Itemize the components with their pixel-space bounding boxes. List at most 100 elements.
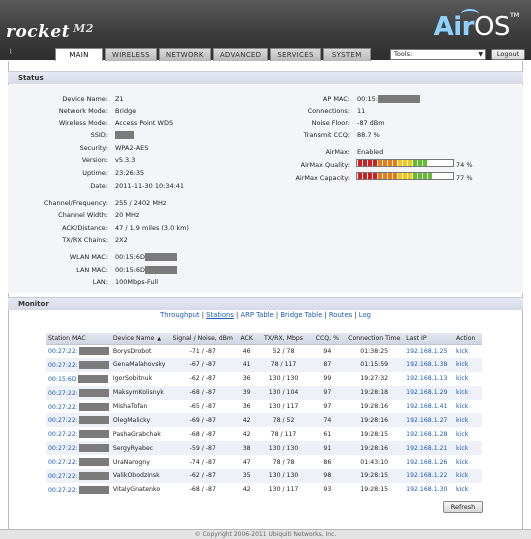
level-segment bbox=[408, 173, 412, 179]
ccq-cell: 94 bbox=[310, 344, 345, 358]
ccq-cell: 61 bbox=[310, 427, 345, 442]
col-txrx[interactable]: TX/RX, Mbps bbox=[256, 333, 311, 345]
table-row: 00:27:22: OlegMalicky -69 / -87 42 78 / 52 74… bbox=[46, 413, 482, 428]
station-mac-cell[interactable]: 00:27:22: bbox=[46, 455, 111, 470]
last-ip-link[interactable]: 192.168.1.30 bbox=[404, 482, 455, 497]
col-device-name[interactable]: Device Name ▲ bbox=[110, 333, 169, 345]
level-segment bbox=[363, 160, 367, 166]
tab-wireless[interactable]: WIRELESS bbox=[105, 48, 157, 61]
station-mac-cell[interactable]: 00:15:6D bbox=[46, 371, 111, 386]
signal-noise-cell: -59 / -87 bbox=[168, 441, 237, 456]
device-name-cell: BorysDrobot bbox=[110, 344, 169, 358]
redacted-block bbox=[145, 253, 178, 261]
kick-link[interactable]: kick bbox=[454, 371, 482, 386]
col-station-mac[interactable]: Station MAC bbox=[46, 333, 111, 345]
station-mac-cell[interactable]: 00:27:22: bbox=[46, 469, 111, 483]
last-ip-link[interactable]: 192.168.1.29 bbox=[404, 385, 455, 400]
version-value: v5.3.3 bbox=[115, 156, 136, 164]
refresh-button[interactable]: Refresh bbox=[443, 501, 483, 513]
station-mac-cell[interactable]: 00:27:22: bbox=[46, 482, 111, 497]
ccq-cell: 91 bbox=[310, 441, 345, 456]
table-row: 00:27:22: VitalyGnatenko -68 / -87 42 130 / … bbox=[46, 482, 482, 497]
status-panel bbox=[8, 85, 523, 293]
link-bridge-table[interactable]: Bridge Table bbox=[280, 311, 322, 319]
network-mode-value: Bridge bbox=[115, 107, 137, 115]
link-arp-table[interactable]: ARP Table bbox=[241, 311, 274, 319]
link-routes[interactable]: Routes bbox=[329, 311, 352, 319]
redacted-block bbox=[77, 374, 108, 383]
ccq-cell: 97 bbox=[310, 385, 345, 400]
table-row: 00:27:22: BorysDrobot -71 / -87 46 52 / 78 94… bbox=[46, 344, 482, 358]
level-segment bbox=[398, 160, 402, 166]
col-last-ip[interactable]: Last IP bbox=[404, 333, 455, 345]
last-ip-link[interactable]: 192.168.1.28 bbox=[404, 427, 455, 442]
txrx-cell: 52 / 78 bbox=[256, 344, 311, 358]
tab-main[interactable]: MAIN bbox=[55, 48, 103, 62]
ack-cell: 36 bbox=[236, 399, 257, 414]
last-ip-link[interactable]: 192.168.1.21 bbox=[404, 441, 455, 456]
tab-services[interactable]: SERVICES bbox=[270, 48, 321, 61]
last-ip-link[interactable]: 192.168.1.13 bbox=[404, 371, 455, 386]
logout-button[interactable]: Logout bbox=[491, 49, 525, 60]
kick-link[interactable]: kick bbox=[454, 441, 482, 456]
tools-select[interactable]: Tools: ▼ bbox=[390, 49, 486, 60]
connection-time-cell: 19:28:16 bbox=[344, 413, 405, 428]
level-segment bbox=[418, 173, 422, 179]
txrx-cell: 130 / 130 bbox=[256, 371, 311, 386]
kick-link[interactable]: kick bbox=[454, 413, 482, 428]
ack-cell: 36 bbox=[236, 371, 257, 386]
table-row: 00:27:22: GenaMalahovsky -67 / -87 41 78 / 1… bbox=[46, 357, 482, 372]
col-action: Action bbox=[454, 333, 482, 345]
station-mac-cell[interactable]: 00:27:22: bbox=[46, 413, 111, 428]
station-mac-cell[interactable]: 00:27:22: bbox=[46, 399, 111, 414]
kick-link[interactable]: kick bbox=[454, 482, 482, 497]
station-mac-cell[interactable]: 00:27:22: bbox=[46, 385, 111, 400]
main-tabs: MAIN WIRELESS NETWORK ADVANCED SERVICES … bbox=[55, 48, 371, 62]
device-name-cell: UraNarogny bbox=[110, 455, 169, 470]
tab-advanced[interactable]: ADVANCED bbox=[212, 48, 269, 61]
col-ack[interactable]: ACK bbox=[236, 333, 257, 345]
ack-cell: 47 bbox=[236, 455, 257, 470]
level-segment bbox=[393, 160, 397, 166]
last-ip-link[interactable]: 192.168.1.27 bbox=[404, 413, 455, 428]
col-connection-time[interactable]: Connection Time bbox=[344, 333, 405, 345]
tab-network[interactable]: NETWORK bbox=[158, 48, 211, 61]
connection-time-cell: 01:38:25 bbox=[344, 344, 405, 358]
link-throughput[interactable]: Throughput bbox=[160, 311, 199, 319]
station-mac-cell[interactable]: 00:27:22: bbox=[46, 357, 111, 372]
col-ccq[interactable]: CCQ, % bbox=[310, 333, 345, 345]
table-row: 00:27:22: UraNarogny -74 / -87 47 78 / 78 86 0… bbox=[46, 455, 482, 470]
kick-link[interactable]: kick bbox=[454, 455, 482, 470]
device-name-cell: SergyRyabec bbox=[110, 441, 169, 456]
kick-link[interactable]: kick bbox=[454, 427, 482, 442]
signal-noise-cell: -62 / -87 bbox=[168, 469, 237, 483]
txrx-cell: 78 / 117 bbox=[256, 357, 311, 372]
ccq-cell: 99 bbox=[310, 371, 345, 386]
last-ip-link[interactable]: 192.168.1.41 bbox=[404, 399, 455, 414]
level-segment bbox=[358, 173, 362, 179]
kick-link[interactable]: kick bbox=[454, 399, 482, 414]
header-bar: rocket M2 ⌇ AirOSTM MAIN WIRELESS NETWORK… bbox=[0, 0, 531, 62]
last-ip-link[interactable]: 192.168.1.38 bbox=[404, 357, 455, 372]
tab-system[interactable]: SYSTEM bbox=[322, 48, 371, 61]
connection-time-cell: 19:28:16 bbox=[344, 399, 405, 414]
kick-link[interactable]: kick bbox=[454, 385, 482, 400]
txrx-chains-value: 2X2 bbox=[115, 236, 128, 244]
last-ip-link[interactable]: 192.168.1.22 bbox=[404, 469, 455, 483]
col-signal-noise[interactable]: Signal / Noise, dBm bbox=[168, 333, 237, 345]
noise-floor-value: -87 dBm bbox=[357, 119, 385, 127]
last-ip-link[interactable]: 192.168.1.25 bbox=[404, 344, 455, 358]
signal-noise-cell: -62 / -87 bbox=[168, 371, 237, 386]
kick-link[interactable]: kick bbox=[454, 344, 482, 358]
kick-link[interactable]: kick bbox=[454, 469, 482, 483]
txrx-cell: 130 / 130 bbox=[256, 469, 311, 483]
kick-link[interactable]: kick bbox=[454, 357, 482, 372]
link-log[interactable]: Log bbox=[359, 311, 371, 319]
redacted-block bbox=[145, 266, 178, 274]
ccq-cell: 98 bbox=[310, 469, 345, 483]
link-stations[interactable]: Stations bbox=[206, 311, 234, 319]
station-mac-cell[interactable]: 00:27:22: bbox=[46, 344, 111, 358]
station-mac-cell[interactable]: 00:27:22: bbox=[46, 427, 111, 442]
station-mac-cell[interactable]: 00:27:22: bbox=[46, 441, 111, 456]
last-ip-link[interactable]: 192.168.1.26 bbox=[404, 455, 455, 470]
